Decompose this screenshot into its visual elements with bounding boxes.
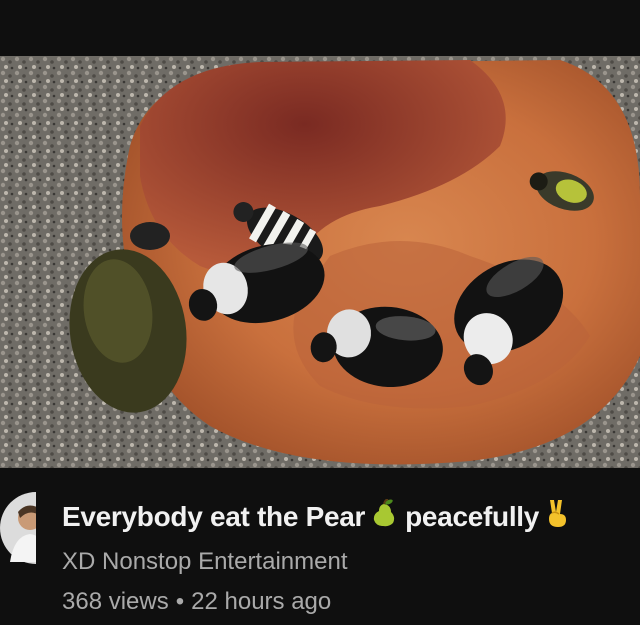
video-title[interactable]: Everybody eat the Pear peacefully [62, 498, 632, 535]
pear-icon [371, 498, 397, 534]
view-count: 368 views [62, 588, 169, 615]
title-text-part2: peacefully [405, 500, 540, 532]
avatar-image [0, 492, 36, 564]
separator-dot: • [175, 588, 185, 615]
victory-hand-icon [545, 498, 569, 535]
thumbnail-image [0, 56, 640, 468]
video-thumbnail[interactable] [0, 56, 640, 468]
channel-avatar[interactable] [0, 492, 36, 564]
video-meta: Everybody eat the Pear peacefully XD Non… [0, 468, 640, 625]
title-text-part1: Everybody eat the Pear [62, 500, 366, 532]
channel-name[interactable]: XD Nonstop Entertainment [62, 548, 347, 576]
video-stats: 368 views • 22 hours ago [62, 588, 331, 616]
upload-age: 22 hours ago [191, 588, 332, 615]
